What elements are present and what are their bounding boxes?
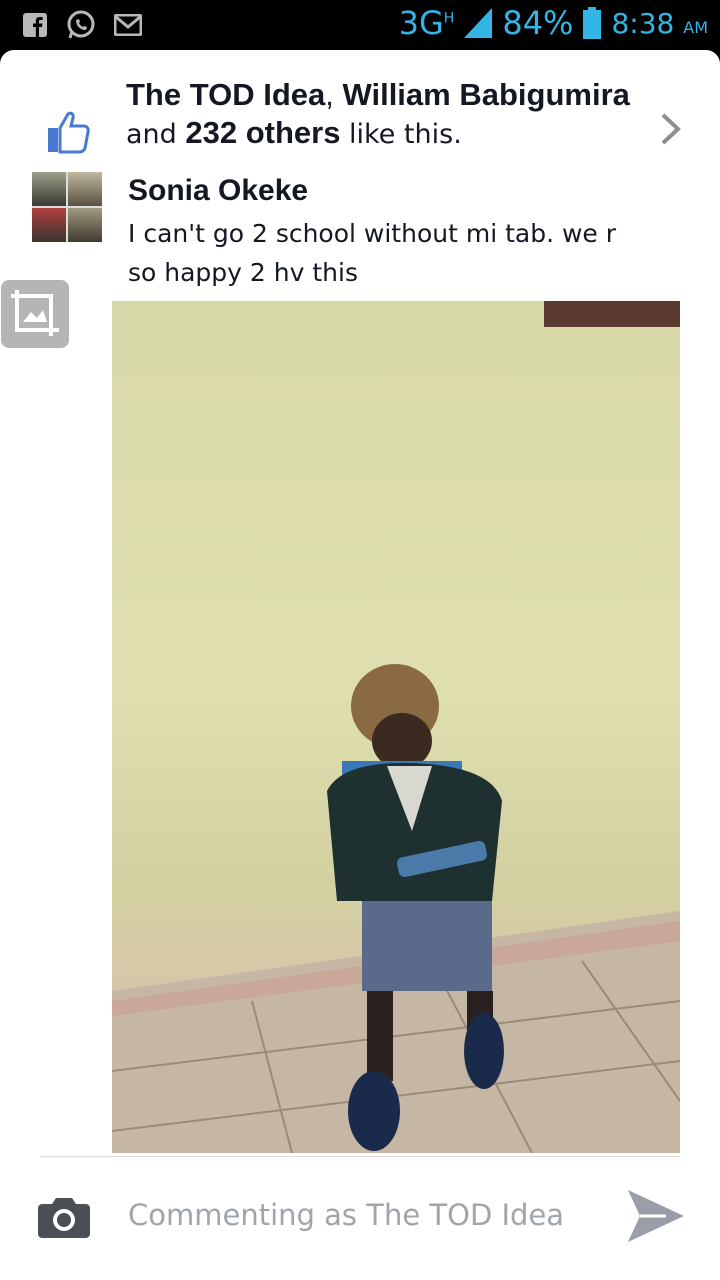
comment-input[interactable] [126, 1192, 590, 1238]
screenshot-crop-button[interactable] [1, 280, 69, 348]
facebook-icon [23, 13, 47, 37]
comment-author[interactable]: Sonia Okeke [128, 174, 308, 208]
battery-icon [583, 7, 602, 39]
network-type: 3GH [398, 4, 455, 42]
likes-summary[interactable]: The TOD Idea, William Babigumira and 232… [0, 72, 720, 162]
photo-boy-with-tablet [112, 301, 680, 1153]
battery-percent: 84% [502, 4, 574, 42]
comment-composer [0, 1170, 720, 1260]
crop-icon [11, 290, 59, 336]
whatsapp-icon [67, 10, 95, 39]
comment-photo[interactable] [112, 301, 680, 1153]
clock: 8:38 AM [611, 6, 708, 40]
likes-text: The TOD Idea, William Babigumira and 232… [126, 77, 630, 150]
comment-body: I can't go 2 school without mi tab. we r… [128, 219, 617, 287]
divider [40, 1156, 680, 1157]
thumbs-up-icon [48, 111, 90, 154]
signal-icon [464, 8, 493, 38]
send-icon[interactable] [626, 1188, 686, 1244]
avatar[interactable] [32, 172, 102, 242]
liker-name[interactable]: The TOD Idea [126, 77, 325, 112]
notification-icons [22, 10, 142, 40]
comments-panel: The TOD Idea, William Babigumira and 232… [0, 50, 720, 1280]
gmail-icon [114, 14, 142, 36]
chevron-right-icon[interactable] [660, 112, 682, 146]
system-status: 3GH 84% 8:38 AM [399, 4, 708, 42]
status-bar: 3GH 84% 8:38 AM [0, 0, 720, 48]
camera-icon[interactable] [38, 1196, 90, 1238]
likes-count[interactable]: 232 others [185, 115, 340, 150]
liker-name[interactable]: William Babigumira [342, 77, 629, 112]
